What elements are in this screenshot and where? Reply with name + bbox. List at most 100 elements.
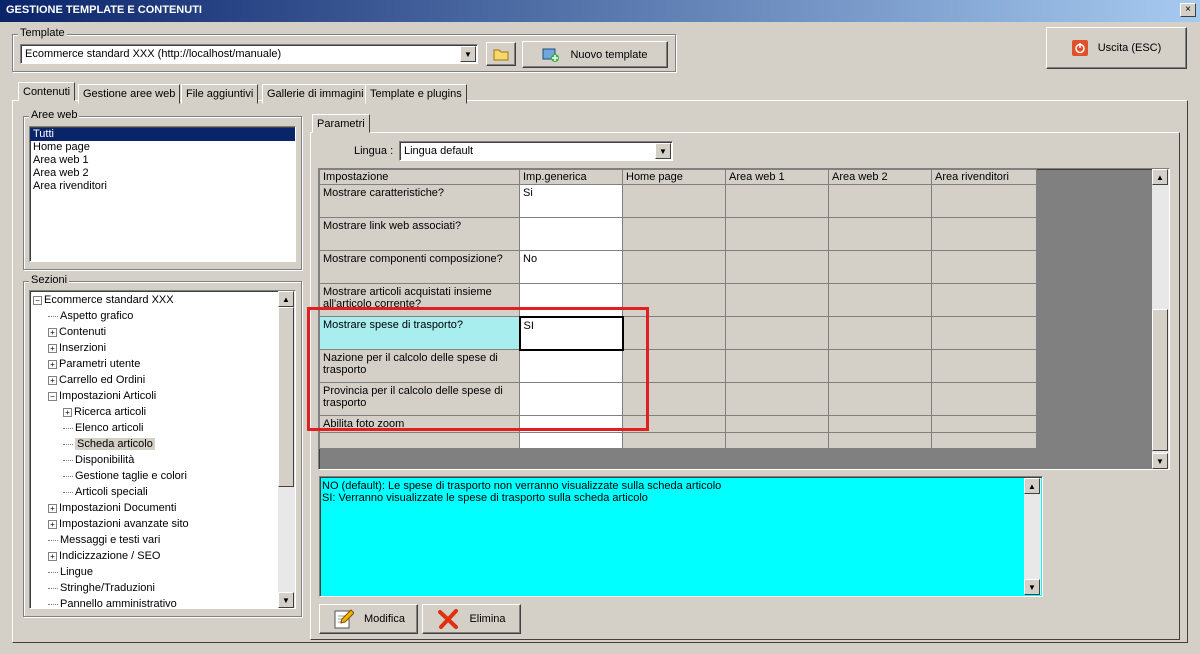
expand-icon[interactable]: + — [63, 407, 72, 417]
area-value-cell[interactable] — [622, 217, 726, 251]
column-header[interactable]: Home page — [622, 169, 726, 185]
area-value-cell[interactable] — [828, 250, 932, 284]
column-header[interactable]: Impostazione — [319, 169, 520, 185]
area-value-cell[interactable] — [725, 316, 829, 350]
setting-name-cell[interactable]: Mostrare componenti composizione? — [319, 250, 520, 284]
area-value-cell[interactable] — [725, 250, 829, 284]
area-value-cell[interactable] — [931, 382, 1037, 416]
elimina-button[interactable]: Elimina — [422, 604, 521, 634]
tree-item[interactable]: Lingue — [33, 564, 278, 580]
list-item[interactable]: Home page — [30, 141, 295, 154]
area-value-cell[interactable] — [828, 217, 932, 251]
expand-icon[interactable]: + — [48, 359, 57, 369]
area-value-cell[interactable] — [931, 184, 1037, 218]
scroll-up-icon[interactable]: ▲ — [1024, 478, 1040, 494]
scroll-down-icon[interactable]: ▼ — [1152, 453, 1168, 469]
expand-icon[interactable]: + — [48, 343, 57, 353]
table-row[interactable]: Mostrare componenti composizione? No — [319, 250, 1037, 284]
tree-item[interactable]: − Impostazioni Articoli — [33, 388, 278, 404]
tree-item[interactable]: − Ecommerce standard XXX — [33, 292, 278, 308]
description-scrollbar[interactable]: ▲ ▼ — [1024, 478, 1041, 595]
area-value-cell[interactable] — [725, 382, 829, 416]
column-header[interactable]: Area web 1 — [725, 169, 829, 185]
tab-template-plugins[interactable]: Template e plugins — [365, 84, 467, 104]
tab-parametri[interactable]: Parametri — [312, 114, 370, 133]
tab-gestione-aree-web[interactable]: Gestione aree web — [78, 84, 181, 104]
expand-icon[interactable]: + — [48, 327, 57, 337]
column-header[interactable]: Area web 2 — [828, 169, 932, 185]
aree-web-list[interactable]: Tutti Home page Area web 1 Area web 2 Ar… — [29, 126, 296, 262]
area-value-cell[interactable] — [828, 283, 932, 317]
tree-item[interactable]: Pannello amministrativo — [33, 596, 278, 608]
area-value-cell[interactable] — [622, 250, 726, 284]
tab-file-aggiuntivi[interactable]: File aggiuntivi — [181, 84, 259, 104]
area-value-cell[interactable] — [828, 184, 932, 218]
tree-item[interactable]: + Ricerca articoli — [33, 404, 278, 420]
tree-item[interactable]: + Indicizzazione / SEO — [33, 548, 278, 564]
tree-item[interactable]: + Impostazioni avanzate sito — [33, 516, 278, 532]
grid-scrollbar[interactable]: ▲ ▼ — [1152, 169, 1169, 469]
tab-gallerie-immagini[interactable]: Gallerie di immagini — [262, 84, 369, 104]
area-value-cell[interactable] — [725, 184, 829, 218]
template-select[interactable]: Ecommerce standard XXX (http://localhost… — [20, 44, 478, 64]
tree-item[interactable]: Disponibilità — [33, 452, 278, 468]
expand-icon[interactable]: + — [48, 519, 57, 529]
expand-icon[interactable]: + — [48, 503, 57, 513]
tree-scrollbar[interactable]: ▲ ▼ — [278, 291, 295, 608]
list-item[interactable]: Area web 2 — [30, 167, 295, 180]
scroll-down-icon[interactable]: ▼ — [1024, 579, 1040, 595]
area-value-cell[interactable] — [828, 349, 932, 383]
area-value-cell[interactable] — [725, 415, 829, 433]
column-header[interactable]: Imp.generica — [519, 169, 623, 185]
table-row[interactable]: Mostrare link web associati? — [319, 217, 1037, 251]
area-value-cell[interactable] — [828, 415, 932, 433]
lingua-select[interactable]: Lingua default ▼ — [399, 141, 673, 161]
close-window-button[interactable]: × — [1180, 3, 1196, 17]
tree-item[interactable]: Stringhe/Traduzioni — [33, 580, 278, 596]
tree-item[interactable]: Gestione taglie e colori — [33, 468, 278, 484]
description-box[interactable]: NO (default): Le spese di trasporto non … — [319, 476, 1043, 597]
area-value-cell[interactable] — [725, 283, 829, 317]
new-template-button[interactable]: Nuovo template — [522, 41, 668, 68]
area-value-cell[interactable] — [828, 316, 932, 350]
expand-icon[interactable]: + — [48, 551, 57, 561]
open-folder-button[interactable] — [486, 42, 516, 66]
area-value-cell[interactable] — [931, 415, 1037, 433]
setting-value-cell[interactable]: Si — [519, 184, 623, 218]
area-value-cell[interactable] — [931, 316, 1037, 350]
tree-item[interactable]: Articoli speciali — [33, 484, 278, 500]
chevron-down-icon[interactable]: ▼ — [460, 46, 476, 62]
exit-button[interactable]: Uscita (ESC) — [1046, 27, 1187, 69]
table-row[interactable]: Mostrare caratteristiche? Si — [319, 184, 1037, 218]
list-item[interactable]: Area rivenditori — [30, 180, 295, 193]
collapse-icon[interactable]: − — [33, 295, 42, 305]
list-item[interactable]: Area web 1 — [30, 154, 295, 167]
setting-value-cell[interactable] — [519, 217, 623, 251]
area-value-cell[interactable] — [931, 283, 1037, 317]
setting-name-cell[interactable]: Mostrare link web associati? — [319, 217, 520, 251]
area-value-cell[interactable] — [931, 217, 1037, 251]
collapse-icon[interactable]: − — [48, 391, 57, 401]
setting-value-cell[interactable]: No — [519, 250, 623, 284]
area-value-cell[interactable] — [622, 184, 726, 218]
tab-contenuti[interactable]: Contenuti — [18, 82, 76, 101]
area-value-cell[interactable] — [931, 349, 1037, 383]
scroll-up-icon[interactable]: ▲ — [278, 291, 294, 307]
list-item[interactable]: Tutti — [30, 128, 295, 141]
area-value-cell[interactable] — [725, 349, 829, 383]
scroll-thumb[interactable] — [278, 307, 294, 487]
tree-item[interactable]: Elenco articoli — [33, 420, 278, 436]
tree-item[interactable]: + Impostazioni Documenti — [33, 500, 278, 516]
tree-item[interactable]: Scheda articolo — [33, 436, 278, 452]
expand-icon[interactable]: + — [48, 375, 57, 385]
tree-item[interactable]: + Parametri utente — [33, 356, 278, 372]
tree-item[interactable]: + Carrello ed Ordini — [33, 372, 278, 388]
scroll-up-icon[interactable]: ▲ — [1152, 169, 1168, 185]
column-header[interactable]: Area rivenditori — [931, 169, 1037, 185]
modifica-button[interactable]: Modifica — [319, 604, 418, 634]
tree-item[interactable]: + Contenuti — [33, 324, 278, 340]
tree-item[interactable]: Messaggi e testi vari — [33, 532, 278, 548]
scroll-thumb[interactable] — [1152, 309, 1168, 451]
scroll-down-icon[interactable]: ▼ — [278, 592, 294, 608]
tree-item[interactable]: + Inserzioni — [33, 340, 278, 356]
